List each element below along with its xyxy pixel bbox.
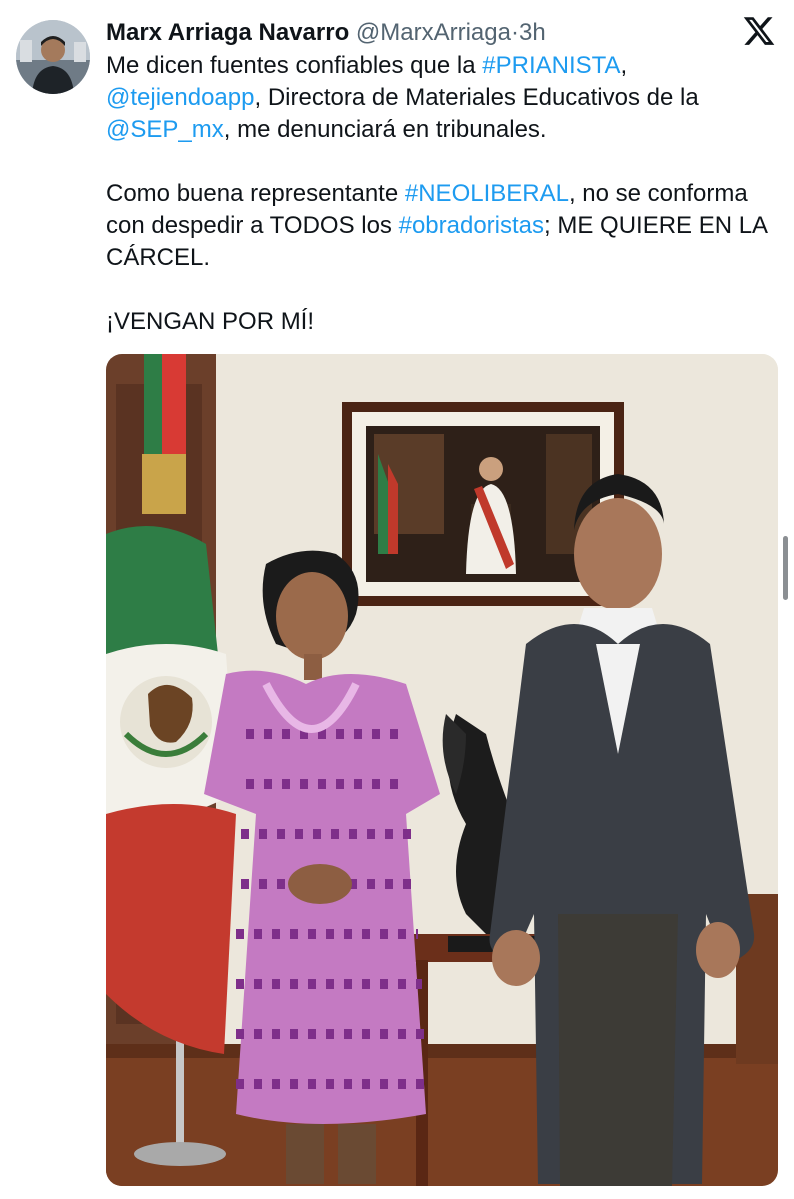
text-span: Me dicen fuentes confiables que la [106, 52, 483, 79]
photo-illustration [106, 354, 778, 1186]
author-name[interactable]: Marx Arriaga Navarro [106, 19, 349, 46]
hashtag-obradoristas[interactable]: #obradoristas [399, 212, 544, 239]
avatar-photo [16, 20, 90, 94]
text-span: , me denunciará en tribunales. [223, 116, 547, 143]
hashtag-neoliberal[interactable]: #NEOLIBERAL [405, 180, 569, 207]
text-span: , Directora de Materiales Educativos de … [254, 84, 699, 111]
hashtag-prianista[interactable]: #PRIANISTA [482, 52, 620, 79]
tweet-text: Me dicen fuentes confiables que la #PRIA… [106, 50, 776, 338]
x-logo-icon [742, 14, 776, 48]
text-span: , [620, 52, 628, 79]
mention-tejiendoapp[interactable]: @tejiendoapp [106, 84, 254, 111]
avatar[interactable] [16, 20, 90, 94]
mention-sep-mx[interactable]: @SEP_mx [106, 116, 224, 143]
tweet-header: Marx Arriaga Navarro @MarxArriaga·3h [106, 18, 546, 48]
tweet-paragraph-3: ¡VENGAN POR MÍ! [106, 308, 315, 335]
separator-dot: · [510, 19, 519, 46]
tweet-paragraph-2: Como buena representante #NEOLIBERAL, no… [106, 178, 776, 274]
text-span: Como buena representante [106, 180, 405, 207]
author-handle[interactable]: @MarxArriaga [356, 19, 511, 46]
tweet-paragraph-1: Me dicen fuentes confiables que la #PRIA… [106, 50, 776, 146]
timestamp[interactable]: 3h [519, 19, 546, 46]
scrollbar-thumb[interactable] [783, 536, 788, 600]
tweet-photo[interactable] [106, 354, 778, 1186]
